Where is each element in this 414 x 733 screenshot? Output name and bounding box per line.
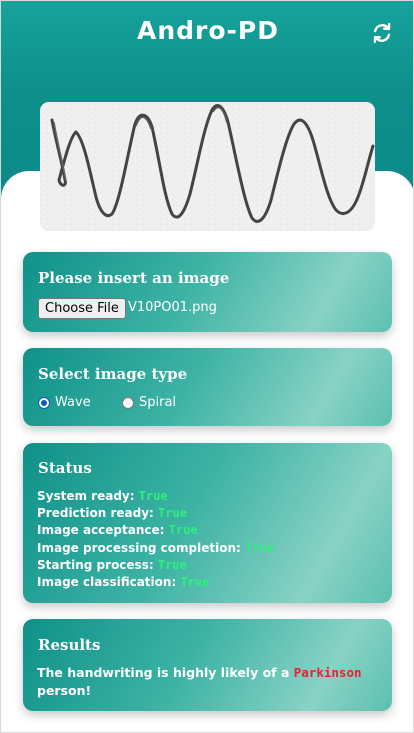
image-type-card-title: Select image type xyxy=(38,365,188,383)
selected-file-name: V10PO01.png xyxy=(128,300,217,315)
wave-radio[interactable] xyxy=(38,396,50,409)
status-item: Image classification: True xyxy=(37,574,274,591)
image-type-card: Select image type Wave Spiral xyxy=(23,348,392,426)
refresh-icon xyxy=(373,22,391,44)
results-text-after: person! xyxy=(37,683,92,698)
status-value: True xyxy=(245,540,274,555)
status-value: True xyxy=(180,575,210,590)
results-text-before: The handwriting is highly likely of a xyxy=(37,665,290,680)
status-value: True xyxy=(168,523,198,538)
status-label: Starting process: xyxy=(37,557,154,572)
handwriting-image-preview xyxy=(40,102,375,231)
app-frame: Andro-PD Please insert an image Choose F… xyxy=(0,0,414,733)
upload-card: Please insert an image Choose File V10PO… xyxy=(23,252,392,332)
status-item: Image processing completion: True xyxy=(37,540,274,557)
results-message: The handwriting is highly likely of a Pa… xyxy=(37,664,377,700)
status-label: Prediction ready: xyxy=(37,506,154,521)
status-card-title: Status xyxy=(38,459,92,477)
status-value: True xyxy=(158,506,187,521)
wave-drawing-image xyxy=(40,102,375,231)
upload-card-title: Please insert an image xyxy=(38,269,230,287)
status-list: System ready: True Prediction ready: Tru… xyxy=(37,488,274,591)
refresh-button[interactable] xyxy=(369,20,395,46)
status-item: System ready: True xyxy=(37,488,274,505)
status-label: Image processing completion: xyxy=(37,540,241,555)
results-card-title: Results xyxy=(38,636,101,654)
results-diagnosis: Parkinson xyxy=(293,665,362,680)
spiral-option[interactable]: Spiral xyxy=(122,395,176,410)
status-label: Image acceptance: xyxy=(37,523,165,538)
choose-file-button[interactable]: Choose File xyxy=(38,298,126,319)
status-card: Status System ready: True Prediction rea… xyxy=(23,443,392,603)
spiral-radio[interactable] xyxy=(122,396,134,409)
wave-option[interactable]: Wave xyxy=(38,395,91,410)
status-label: Image classification: xyxy=(37,575,177,590)
status-label: System ready: xyxy=(37,489,135,503)
status-item: Prediction ready: True xyxy=(37,505,274,522)
status-value: True xyxy=(138,489,168,503)
status-item: Starting process: True xyxy=(37,557,274,574)
status-item: Image acceptance: True xyxy=(37,522,274,539)
app-title: Andro-PD xyxy=(137,16,279,45)
spiral-radio-label: Spiral xyxy=(139,395,177,410)
status-value: True xyxy=(157,557,187,572)
results-card: Results The handwriting is highly likely… xyxy=(23,619,392,711)
wave-radio-label: Wave xyxy=(55,395,91,410)
